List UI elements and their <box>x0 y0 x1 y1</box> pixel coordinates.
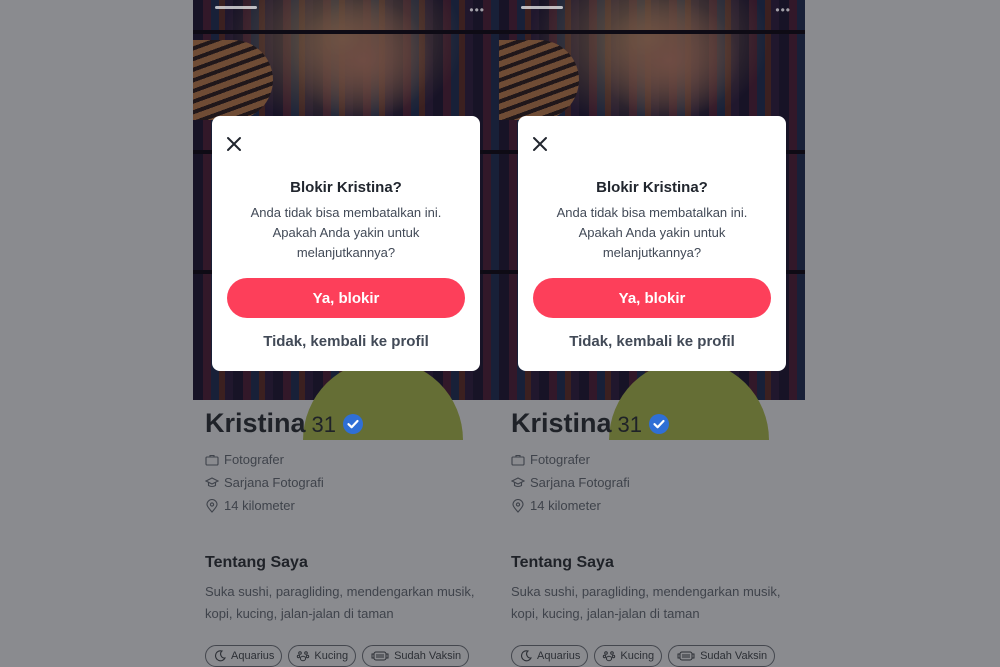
chip-label: Sudah Vaksin <box>394 650 462 662</box>
about-title: Tentang Saya <box>205 554 308 571</box>
profile-info: Kristina 31 Fotografer Sarjana Fotografi… <box>511 408 801 667</box>
interest-chips: Aquarius Kucing Sudah Vaksin <box>205 645 470 667</box>
block-dialog: Blokir Kristina? Anda tidak bisa membata… <box>212 116 480 371</box>
distance-row: 14 kilometer <box>205 494 495 517</box>
chip-label: Sudah Vaksin <box>700 650 768 662</box>
distance-label: 14 kilometer <box>530 498 601 513</box>
chip-label: Aquarius <box>231 650 275 662</box>
education-row: Sarjana Fotografi <box>205 471 495 494</box>
chip-label: Aquarius <box>537 650 581 662</box>
photo-arm <box>193 40 273 120</box>
confirm-block-button[interactable]: Ya, blokir <box>533 278 771 318</box>
chip-kucing[interactable]: Kucing <box>594 645 663 667</box>
verified-badge-icon <box>649 414 670 434</box>
dialog-message: Anda tidak bisa membatalkan ini. Apakah … <box>250 205 442 260</box>
dialog-title: Blokir Kristina? <box>596 179 708 196</box>
interest-chips: Aquarius Kucing Sudah Vaksin <box>511 645 776 667</box>
profile-name: Kristina <box>205 408 306 438</box>
block-dialog: Blokir Kristina? Anda tidak bisa membata… <box>518 116 786 371</box>
about-title: Tentang Saya <box>511 554 614 571</box>
paw-icon <box>603 651 616 662</box>
location-pin-icon <box>512 498 524 513</box>
dialog-message: Anda tidak bisa membatalkan ini. Apakah … <box>556 205 748 260</box>
moon-icon <box>521 650 532 662</box>
location-pin-icon <box>206 498 218 513</box>
profile-age: 31 <box>617 412 643 437</box>
chip-sudah-vaksin[interactable]: Sudah Vaksin <box>668 645 776 667</box>
briefcase-icon <box>205 454 219 466</box>
education-label: Sarjana Fotografi <box>530 475 630 490</box>
profile-name: Kristina <box>511 408 612 438</box>
name-row: Kristina 31 <box>511 408 801 448</box>
mask-icon <box>677 651 695 661</box>
phone-screen-left: ••• Blokir Kristina? Anda tidak bisa mem… <box>193 0 499 667</box>
chip-kucing[interactable]: Kucing <box>288 645 357 667</box>
paw-icon <box>297 651 310 662</box>
dialog-title: Blokir Kristina? <box>290 179 402 196</box>
verified-badge-icon <box>343 414 364 434</box>
briefcase-icon <box>511 454 525 466</box>
mask-icon <box>371 651 389 661</box>
job-label: Fotografer <box>530 452 590 467</box>
chip-label: Kucing <box>620 650 655 662</box>
photo-progress-indicator <box>521 6 563 9</box>
profile-age: 31 <box>311 412 337 437</box>
graduation-cap-icon <box>511 476 525 487</box>
phone-screen-right: ••• Blokir Kristina? Anda tidak bisa mem… <box>499 0 805 667</box>
name-row: Kristina 31 <box>205 408 495 448</box>
chip-aquarius[interactable]: Aquarius <box>511 645 589 667</box>
job-row: Fotografer <box>511 448 801 471</box>
chip-label: Kucing <box>314 650 349 662</box>
photo-progress-indicator <box>215 6 257 9</box>
distance-row: 14 kilometer <box>511 494 801 517</box>
about-text: Suka sushi, paragliding, mendengarkan mu… <box>511 584 781 621</box>
more-options-icon[interactable]: ••• <box>775 4 791 16</box>
chip-aquarius[interactable]: Aquarius <box>205 645 283 667</box>
education-row: Sarjana Fotografi <box>511 471 801 494</box>
moon-icon <box>215 650 226 662</box>
back-to-profile-button[interactable]: Tidak, kembali ke profil <box>518 333 786 350</box>
about-text: Suka sushi, paragliding, mendengarkan mu… <box>205 584 475 621</box>
distance-label: 14 kilometer <box>224 498 295 513</box>
back-to-profile-button[interactable]: Tidak, kembali ke profil <box>212 333 480 350</box>
bookshelf <box>193 30 499 34</box>
job-label: Fotografer <box>224 452 284 467</box>
confirm-block-button[interactable]: Ya, blokir <box>227 278 465 318</box>
more-options-icon[interactable]: ••• <box>469 4 485 16</box>
job-row: Fotografer <box>205 448 495 471</box>
graduation-cap-icon <box>205 476 219 487</box>
chip-sudah-vaksin[interactable]: Sudah Vaksin <box>362 645 470 667</box>
education-label: Sarjana Fotografi <box>224 475 324 490</box>
close-icon[interactable] <box>532 136 548 152</box>
photo-arm <box>499 40 579 120</box>
bookshelf <box>499 30 805 34</box>
profile-info: Kristina 31 Fotografer Sarjana Fotografi… <box>205 408 495 667</box>
close-icon[interactable] <box>226 136 242 152</box>
